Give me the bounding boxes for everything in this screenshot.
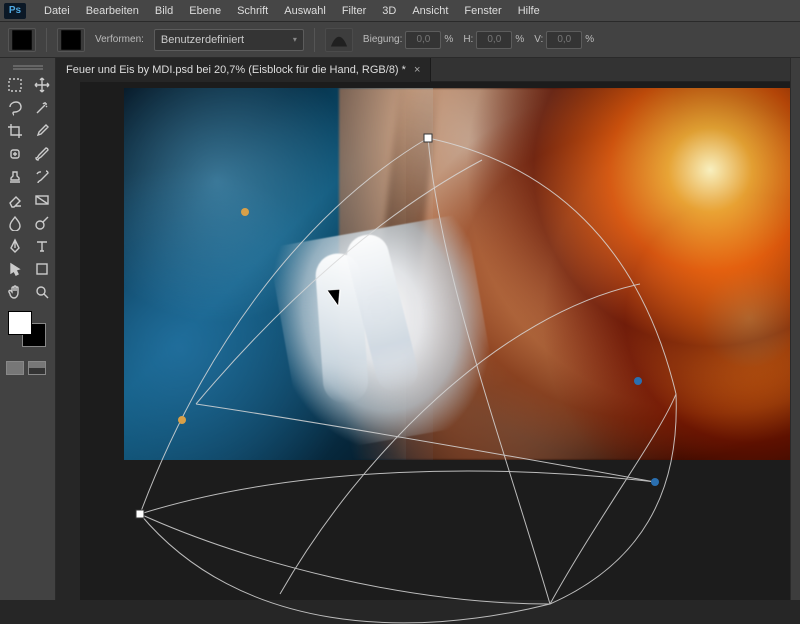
crop-tool-icon[interactable] xyxy=(2,120,28,142)
percent-label: % xyxy=(444,34,453,45)
bend-label: Biegung: xyxy=(363,34,402,45)
close-icon[interactable]: × xyxy=(414,64,420,76)
menu-view[interactable]: Ansicht xyxy=(404,0,456,22)
percent-label: % xyxy=(585,34,594,45)
stamp-tool-icon[interactable] xyxy=(2,166,28,188)
chevron-down-icon: ▾ xyxy=(293,35,297,44)
artwork xyxy=(124,88,796,460)
menu-file[interactable]: Datei xyxy=(36,0,78,22)
transform-tool-preset-icon[interactable] xyxy=(8,28,36,52)
lasso-tool-icon[interactable] xyxy=(2,97,28,119)
screenmode-icon[interactable] xyxy=(28,361,46,375)
warp-preset-value: Benutzerdefiniert xyxy=(161,34,244,46)
divider xyxy=(46,28,47,52)
tools-panel xyxy=(0,58,56,600)
quickmask-icon[interactable] xyxy=(6,361,24,375)
warp-orientation-icon[interactable] xyxy=(325,28,353,52)
bend-input[interactable]: 0,0 xyxy=(405,31,441,49)
canvas-viewport[interactable] xyxy=(80,82,800,600)
eyedropper-tool-icon[interactable] xyxy=(29,120,55,142)
options-bar: Verformen: Benutzerdefiniert ▾ Biegung: … xyxy=(0,22,800,58)
divider xyxy=(314,28,315,52)
zoom-tool-icon[interactable] xyxy=(29,281,55,303)
history-brush-tool-icon[interactable] xyxy=(29,166,55,188)
menu-bar: Ps Datei Bearbeiten Bild Ebene Schrift A… xyxy=(0,0,800,22)
marquee-tool-icon[interactable] xyxy=(2,74,28,96)
menu-image[interactable]: Bild xyxy=(147,0,181,22)
pen-tool-icon[interactable] xyxy=(2,235,28,257)
menu-edit[interactable]: Bearbeiten xyxy=(78,0,147,22)
magic-wand-tool-icon[interactable] xyxy=(29,97,55,119)
warp-label: Verformen: xyxy=(95,34,144,45)
type-tool-icon[interactable] xyxy=(29,235,55,257)
hdist-group: H: 0,0 % xyxy=(463,31,524,49)
warp-grid-icon[interactable] xyxy=(57,28,85,52)
menu-select[interactable]: Auswahl xyxy=(276,0,334,22)
document-tab[interactable]: Feuer und Eis by MDI.psd bei 20,7% (Eisb… xyxy=(56,58,431,82)
move-tool-icon[interactable] xyxy=(29,74,55,96)
percent-label: % xyxy=(515,34,524,45)
eraser-tool-icon[interactable] xyxy=(2,189,28,211)
document-canvas[interactable] xyxy=(124,88,796,460)
menu-type[interactable]: Schrift xyxy=(229,0,276,22)
vdist-group: V: 0,0 % xyxy=(534,31,594,49)
gradient-tool-icon[interactable] xyxy=(29,189,55,211)
document-tab-bar: Feuer und Eis by MDI.psd bei 20,7% (Eisb… xyxy=(56,58,800,82)
document-tab-title: Feuer und Eis by MDI.psd bei 20,7% (Eisb… xyxy=(66,64,406,76)
menu-layer[interactable]: Ebene xyxy=(181,0,229,22)
color-swatches[interactable] xyxy=(8,311,50,347)
shape-tool-icon[interactable] xyxy=(29,258,55,280)
hand-tool-icon[interactable] xyxy=(2,281,28,303)
h-input[interactable]: 0,0 xyxy=(476,31,512,49)
brush-tool-icon[interactable] xyxy=(29,143,55,165)
blur-tool-icon[interactable] xyxy=(2,212,28,234)
menu-window[interactable]: Fenster xyxy=(456,0,509,22)
v-input[interactable]: 0,0 xyxy=(546,31,582,49)
dodge-tool-icon[interactable] xyxy=(29,212,55,234)
menu-filter[interactable]: Filter xyxy=(334,0,374,22)
bend-group: Biegung: 0,0 % xyxy=(363,31,453,49)
warp-preset-dropdown[interactable]: Benutzerdefiniert ▾ xyxy=(154,29,304,51)
h-label: H: xyxy=(463,34,473,45)
menu-3d[interactable]: 3D xyxy=(374,0,404,22)
path-select-tool-icon[interactable] xyxy=(2,258,28,280)
panel-grab-handle[interactable] xyxy=(2,62,53,70)
collapsed-panel-dock[interactable] xyxy=(790,58,800,600)
menu-help[interactable]: Hilfe xyxy=(510,0,548,22)
document-area: Feuer und Eis by MDI.psd bei 20,7% (Eisb… xyxy=(56,58,800,600)
v-label: V: xyxy=(534,34,543,45)
foreground-color-swatch[interactable] xyxy=(8,311,32,335)
app-logo[interactable]: Ps xyxy=(4,3,26,19)
healing-tool-icon[interactable] xyxy=(2,143,28,165)
